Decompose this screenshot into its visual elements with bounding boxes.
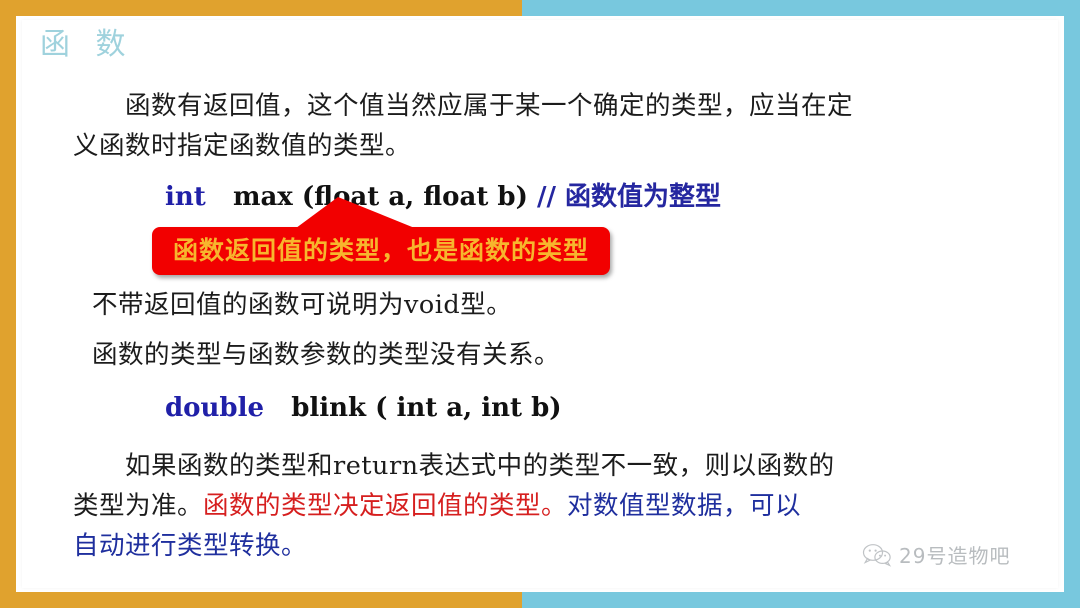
callout-text: 函数返回值的类型，也是函数的类型 [172,236,589,265]
paragraph-intro-line2: 义函数时指定函数值的类型。 [73,131,412,161]
paragraph-intro: 函数有返回值，这个值当然应属于某一个确定的类型，应当在定 义函数时指定函数值的类… [73,86,953,166]
paragraph-conversion: 如果函数的类型和return表达式中的类型不一致，则以函数的 类型为准。函数的类… [73,446,953,566]
border-bar-bottom-right [522,592,1080,608]
border-bar-right [1064,0,1080,608]
paragraph-conversion-black-2: 类型为准。 [73,491,204,521]
slide-canvas: 函 数 函数有返回值，这个值当然应属于某一个确定的类型，应当在定 义函数时指定函… [0,0,1080,608]
paragraph-intro-line1: 函数有返回值，这个值当然应属于某一个确定的类型，应当在定 [125,91,854,121]
border-bar-bottom-left [0,592,522,608]
paragraph-void: 不带返回值的函数可说明为void型。 [92,290,513,320]
callout-box: 函数返回值的类型，也是函数的类型 [152,197,610,275]
watermark: 29号造物吧 [862,540,1010,569]
callout-arrow-icon [292,197,422,231]
wechat-icon [862,543,892,567]
border-bar-left [0,0,16,608]
paragraph-conversion-red: 函数的类型决定返回值的类型。 [203,491,568,521]
paragraph-conversion-black-1: 如果函数的类型和return表达式中的类型不一致，则以函数的 [125,451,835,481]
code-keyword-int: int [165,182,206,212]
paragraph-params: 函数的类型与函数参数的类型没有关系。 [92,340,561,370]
watermark-label: 29号造物吧 [899,544,1011,568]
code-spacer [206,182,233,212]
paragraph-conversion-blue-1: 对数值型数据，可以 [567,491,802,521]
page-title: 函 数 [40,27,134,62]
code-line-double-blink: double blink ( int a, int b) [165,393,562,423]
border-bar-top-right [522,0,1080,16]
code-spacer-2 [528,182,537,212]
code-spacer-3 [264,393,291,423]
code-line-int-max: int max (float a, float b) // 函数值为整型 [165,176,721,213]
code-keyword-double: double [165,393,265,423]
code-comment-int: // 函数值为整型 [536,182,722,212]
paragraph-conversion-blue-2: 自动进行类型转换。 [73,531,308,561]
code-signature-blink: blink ( int a, int b) [291,393,562,423]
border-bar-top-left [0,0,522,16]
